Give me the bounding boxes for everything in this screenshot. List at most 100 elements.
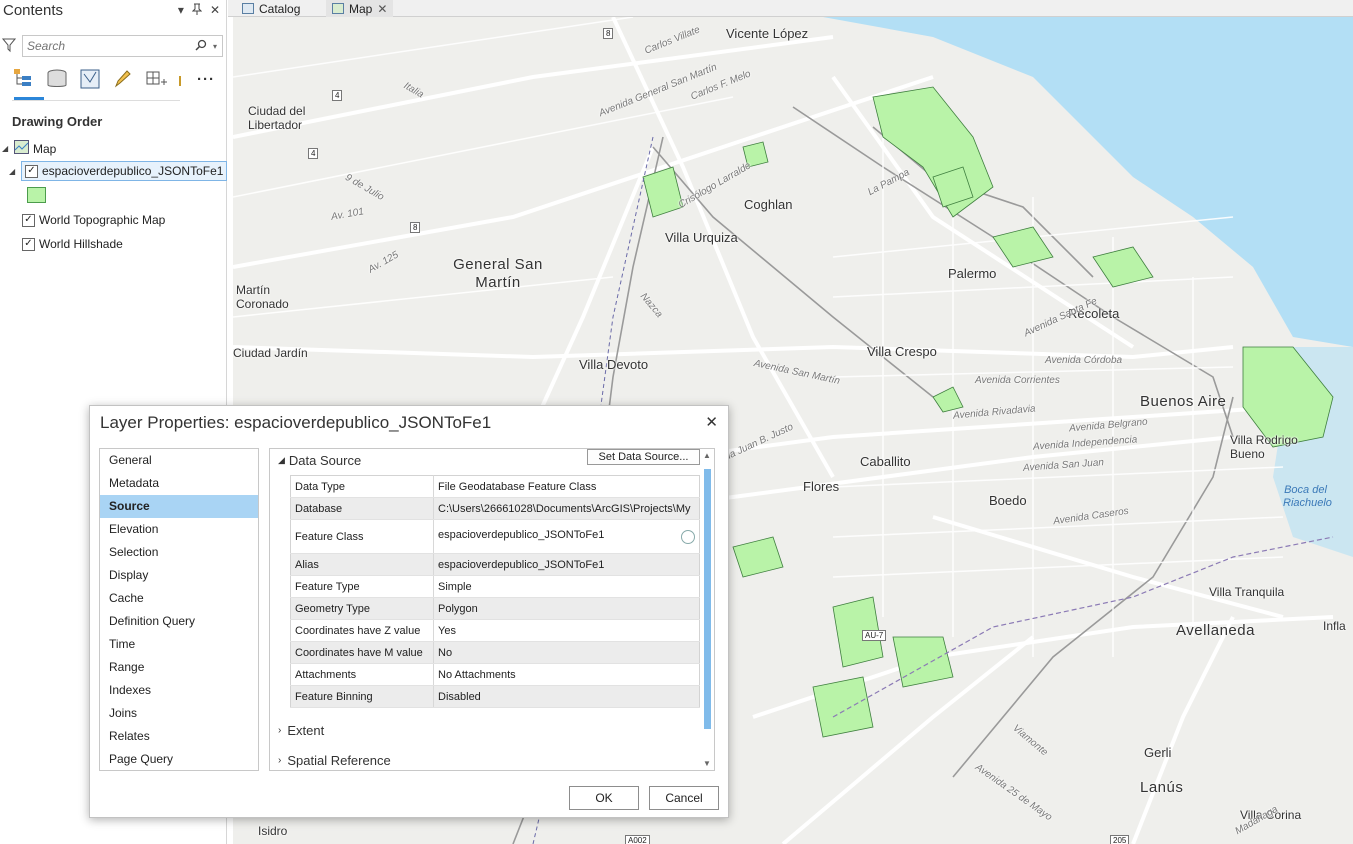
nav-item-selection[interactable]: Selection: [100, 541, 258, 564]
property-key: Geometry Type: [290, 597, 434, 620]
place-label: Boedo: [989, 493, 1027, 508]
close-icon[interactable]: ✕: [705, 413, 718, 431]
close-tab-icon[interactable]: ✕: [377, 2, 387, 16]
nav-item-cache[interactable]: Cache: [100, 587, 258, 610]
place-label: Ciudad del Libertador: [248, 104, 306, 132]
layer-properties-dialog: Layer Properties: espacioverdepublico_JS…: [89, 405, 729, 818]
list-by-selection-icon[interactable]: [78, 67, 102, 91]
place-label: Vicente López: [726, 26, 809, 41]
nav-item-source[interactable]: Source: [100, 495, 258, 518]
tree-item-world-topographic[interactable]: ✓ World Topographic Map: [22, 213, 165, 227]
nav-item-relates[interactable]: Relates: [100, 725, 258, 748]
layer-visibility-checkbox[interactable]: ✓: [22, 237, 35, 251]
tab-label: Map: [349, 1, 373, 16]
list-by-data-source-icon[interactable]: [45, 67, 69, 91]
nav-item-definition-query[interactable]: Definition Query: [100, 610, 258, 633]
property-value-text: Simple: [438, 580, 472, 593]
extent-section[interactable]: › Extent: [278, 723, 324, 738]
property-row: Feature Type Simple: [290, 575, 700, 598]
data-source-section[interactable]: ◢ Data Source: [278, 453, 361, 468]
place-label: Flores: [803, 479, 840, 494]
route-shield: 205: [1110, 835, 1130, 844]
nav-item-joins[interactable]: Joins: [100, 702, 258, 725]
route-shield: 4: [332, 90, 343, 101]
scroll-thumb[interactable]: [704, 469, 711, 729]
tree-item-world-hillshade[interactable]: ✓ World Hillshade: [22, 237, 123, 251]
polygon-symbol-swatch[interactable]: [27, 187, 46, 203]
place-label: Villa Crespo: [867, 344, 937, 359]
nav-item-range[interactable]: Range: [100, 656, 258, 679]
property-key: Coordinates have M value: [290, 641, 434, 664]
tree-item-map[interactable]: ◢ Map: [2, 140, 56, 157]
pane-menu-icon[interactable]: ▾: [178, 3, 184, 18]
property-row: Geometry Type Polygon: [290, 597, 700, 620]
nav-item-display[interactable]: Display: [100, 564, 258, 587]
tab-catalog[interactable]: Catalog: [236, 0, 306, 17]
layer-visibility-checkbox[interactable]: ✓: [22, 213, 35, 227]
tree-item-layer-espacioverde[interactable]: ◢ ✓ espacioverdepublico_JSONToFe1: [9, 161, 228, 181]
list-by-drawing-order-icon[interactable]: [12, 67, 36, 91]
scroll-up-icon[interactable]: ▲: [703, 451, 711, 460]
collapse-arrow-icon[interactable]: ◢: [9, 167, 17, 176]
nav-item-time[interactable]: Time: [100, 633, 258, 656]
ok-button[interactable]: OK: [569, 786, 639, 810]
nav-item-metadata[interactable]: Metadata: [100, 472, 258, 495]
road-label: Avenida Corrientes: [975, 375, 1060, 386]
contents-title: Contents: [3, 2, 64, 19]
collapse-arrow-icon[interactable]: ›: [278, 755, 281, 766]
property-value-text: espacioverdepublico_JSONToFe1: [438, 529, 605, 541]
spatial-reference-section[interactable]: › Spatial Reference: [278, 753, 391, 768]
search-options-icon[interactable]: ▾: [213, 42, 217, 51]
map-icon: [332, 3, 344, 14]
locate-data-icon[interactable]: [681, 530, 695, 544]
pin-icon[interactable]: [191, 3, 203, 18]
tree-item-label: World Topographic Map: [39, 213, 166, 227]
set-data-source-button[interactable]: Set Data Source...: [587, 449, 700, 465]
list-by-editing-icon[interactable]: [111, 67, 135, 91]
scroll-down-icon[interactable]: ▼: [703, 759, 711, 768]
expand-arrow-icon[interactable]: ◢: [278, 455, 285, 466]
nav-item-indexes[interactable]: Indexes: [100, 679, 258, 702]
place-label: Villa Urquiza: [665, 230, 738, 245]
property-value: Yes: [433, 619, 700, 642]
dialog-title: Layer Properties: espacioverdepublico_JS…: [100, 413, 492, 432]
more-options-icon[interactable]: ···: [194, 67, 218, 91]
search-icon[interactable]: [195, 39, 207, 54]
property-row: Coordinates have M value No: [290, 641, 700, 664]
catalog-icon: [242, 3, 254, 14]
list-by-labeling-icon[interactable]: [177, 67, 185, 91]
property-row: Feature Binning Disabled: [290, 685, 700, 708]
selected-layer-row[interactable]: ✓ espacioverdepublico_JSONToFe1: [21, 161, 228, 181]
place-label: Martín Coronado: [236, 283, 289, 311]
property-key: Data Type: [290, 475, 434, 498]
filter-icon[interactable]: [1, 37, 17, 56]
property-value-text: No Attachments: [438, 668, 516, 681]
tab-map[interactable]: Map ✕: [326, 0, 394, 17]
cancel-button[interactable]: Cancel: [649, 786, 719, 810]
property-value-text: C:\Users\26661028\Documents\ArcGIS\Proje…: [438, 502, 691, 515]
property-value: C:\Users\26661028\Documents\ArcGIS\Proje…: [433, 497, 700, 520]
property-value-text: Polygon: [438, 602, 478, 615]
vertical-scrollbar[interactable]: ▲ ▼: [703, 451, 712, 768]
tree-item-label: World Hillshade: [39, 237, 123, 251]
property-key: Coordinates have Z value: [290, 619, 434, 642]
property-value-text: No: [438, 646, 453, 659]
property-key: Feature Binning: [290, 685, 434, 708]
tree-item-label: Map: [33, 141, 57, 156]
property-value-text: Disabled: [438, 690, 481, 703]
collapse-arrow-icon[interactable]: ◢: [2, 144, 10, 153]
property-value: No: [433, 641, 700, 664]
search-input[interactable]: [23, 36, 183, 56]
nav-item-page-query[interactable]: Page Query: [100, 748, 258, 771]
property-value: espacioverdepublico_JSONToFe1: [433, 519, 700, 554]
nav-item-elevation[interactable]: Elevation: [100, 518, 258, 541]
list-by-snapping-icon[interactable]: [144, 67, 168, 91]
nav-item-general[interactable]: General: [100, 449, 258, 472]
property-row: Coordinates have Z value Yes: [290, 619, 700, 642]
water-label: Boca del Riachuelo: [1283, 484, 1332, 509]
source-panel: ◢ Data Source Set Data Source... Data Ty…: [269, 448, 715, 771]
toolbar-divider: [12, 100, 180, 101]
collapse-arrow-icon[interactable]: ›: [278, 725, 281, 736]
layer-visibility-checkbox[interactable]: ✓: [25, 164, 38, 178]
close-icon[interactable]: ✕: [210, 3, 220, 18]
